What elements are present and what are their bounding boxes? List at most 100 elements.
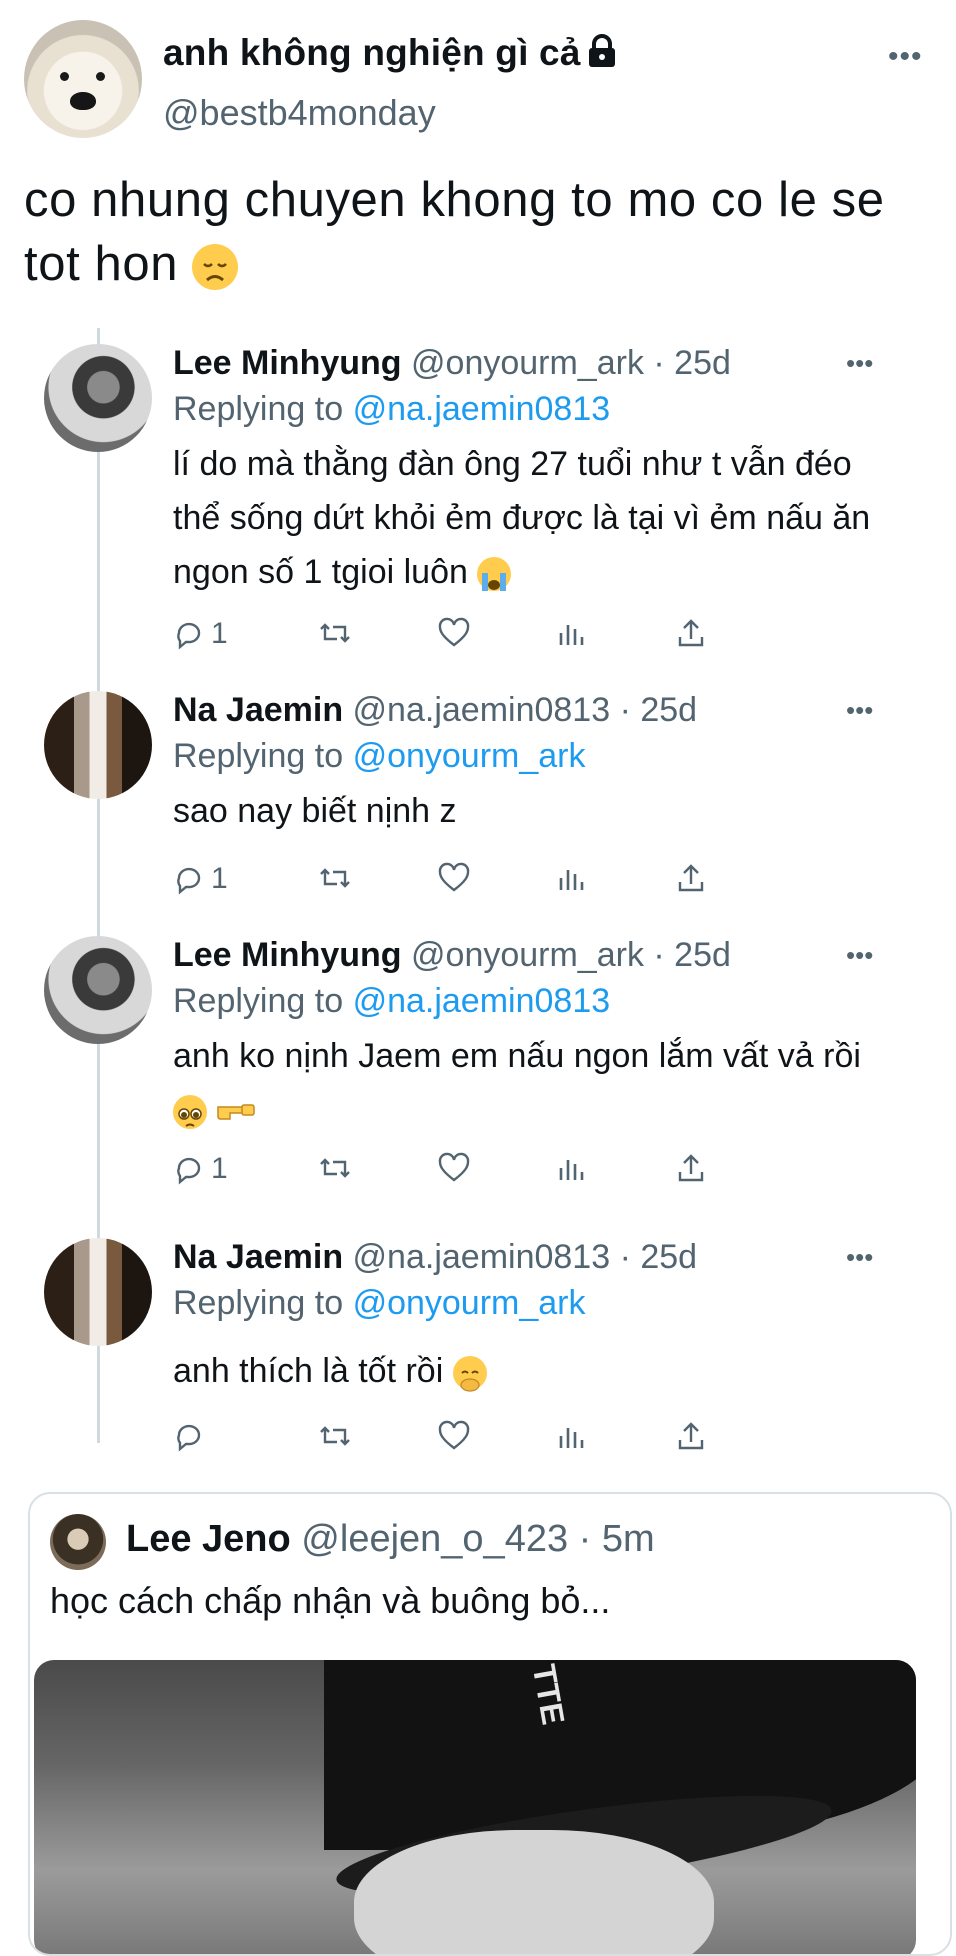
quote-author-name[interactable]: Lee Jeno xyxy=(126,1518,291,1560)
share-button[interactable] xyxy=(675,1420,707,1452)
mention-link[interactable]: @onyourm_ark xyxy=(353,737,586,775)
reply-button[interactable]: 1 xyxy=(173,862,228,896)
replying-to: Replying to @na.jaemin0813 xyxy=(173,390,610,429)
profile-avatar[interactable] xyxy=(24,20,142,138)
reply-header: Lee Minhyung @onyourm_ark · 25d xyxy=(173,936,731,975)
avatar[interactable] xyxy=(44,1238,152,1346)
share-icon xyxy=(675,862,707,894)
reply-author-meta[interactable]: @na.jaemin0813 · 25d xyxy=(353,691,698,729)
like-button[interactable] xyxy=(437,1152,471,1184)
avatar[interactable] xyxy=(44,936,152,1044)
more-options-button[interactable]: ••• xyxy=(846,940,873,971)
reply-author-name[interactable]: Lee Minhyung xyxy=(173,344,402,382)
share-icon xyxy=(675,1420,707,1452)
replying-to-label: Replying to xyxy=(173,737,344,775)
views-button[interactable] xyxy=(556,617,586,649)
action-bar xyxy=(173,1420,813,1460)
reply-text-content: sao nay biết nịnh z xyxy=(173,792,457,830)
replying-to: Replying to @onyourm_ark xyxy=(173,1284,586,1323)
reply-text: lí do mà thằng đàn ông 27 tuổi như t vẫn… xyxy=(173,437,873,599)
views-button[interactable] xyxy=(556,1420,586,1452)
reply-author-name[interactable]: Lee Minhyung xyxy=(173,936,402,974)
like-button[interactable] xyxy=(437,862,471,894)
hand-shape xyxy=(354,1830,714,1954)
share-button[interactable] xyxy=(675,862,707,894)
retweet-icon xyxy=(317,1152,353,1184)
retweet-button[interactable] xyxy=(317,1152,353,1184)
reply-author-meta[interactable]: @na.jaemin0813 · 25d xyxy=(353,1238,698,1276)
more-options-button[interactable]: ••• xyxy=(846,348,873,379)
reply-text-content: anh ko nịnh Jaem em nấu ngon lắm vất vả … xyxy=(173,1037,861,1075)
reply-button[interactable]: 1 xyxy=(173,617,228,651)
retweet-icon xyxy=(317,862,353,894)
reply-text: sao nay biết nịnh z xyxy=(173,784,873,838)
reply-icon xyxy=(173,863,205,895)
quote-author-meta[interactable]: @leejen_o_423 · 5m xyxy=(301,1518,654,1560)
mention-link[interactable]: @onyourm_ark xyxy=(353,1284,586,1322)
like-icon xyxy=(437,1152,471,1184)
reply-count: 1 xyxy=(211,1152,228,1185)
more-options-button[interactable]: ••• xyxy=(888,40,923,74)
retweet-button[interactable] xyxy=(317,617,353,649)
pleading-face-emoji xyxy=(173,1095,207,1130)
reply-header: Na Jaemin @na.jaemin0813 · 25d xyxy=(173,1238,697,1277)
replying-to: Replying to @na.jaemin0813 xyxy=(173,982,610,1021)
avatar[interactable] xyxy=(44,344,152,452)
views-icon xyxy=(556,1420,586,1452)
pointing-hand-emoji xyxy=(216,1085,256,1139)
replying-to: Replying to @onyourm_ark xyxy=(173,737,586,776)
reply-text-content: lí do mà thằng đàn ông 27 tuổi như t vẫn… xyxy=(173,445,871,591)
views-icon xyxy=(556,617,586,649)
retweet-button[interactable] xyxy=(317,1420,353,1452)
reply-count: 1 xyxy=(211,617,228,650)
mention-link[interactable]: @na.jaemin0813 xyxy=(353,982,611,1020)
reply-icon xyxy=(173,1420,205,1452)
reply-author-name[interactable]: Na Jaemin xyxy=(173,1238,343,1276)
reply-icon xyxy=(173,618,205,650)
more-options-button[interactable]: ••• xyxy=(846,695,873,726)
replying-to-label: Replying to xyxy=(173,390,344,428)
tweet-text-content: co nhung chuyen khong to mo co le se tot… xyxy=(24,173,885,291)
user-handle[interactable]: @bestb4monday xyxy=(163,92,436,134)
replying-to-label: Replying to xyxy=(173,982,344,1020)
disappointed-face-emoji xyxy=(192,244,239,291)
share-button[interactable] xyxy=(675,1152,707,1184)
reply-header: Na Jaemin @na.jaemin0813 · 25d xyxy=(173,691,697,730)
quote-tweet-card[interactable]: Lee Jeno @leejen_o_423 · 5m học cách chấ… xyxy=(28,1492,952,1956)
more-options-button[interactable]: ••• xyxy=(846,1242,873,1273)
avatar[interactable] xyxy=(50,1514,106,1570)
reply-button[interactable] xyxy=(173,1420,211,1452)
share-icon xyxy=(675,617,707,649)
views-icon xyxy=(556,1152,586,1184)
quote-header: Lee Jeno @leejen_o_423 · 5m xyxy=(126,1518,655,1561)
reply-author-name[interactable]: Na Jaemin xyxy=(173,691,343,729)
action-bar: 1 xyxy=(173,617,813,657)
share-button[interactable] xyxy=(675,617,707,649)
reply-text: anh ko nịnh Jaem em nấu ngon lắm vất vả … xyxy=(173,1029,873,1139)
mention-link[interactable]: @na.jaemin0813 xyxy=(353,390,611,428)
reply-icon xyxy=(173,1153,205,1185)
retweet-button[interactable] xyxy=(317,862,353,894)
display-name-text: anh không nghiện gì cả xyxy=(163,32,581,73)
action-bar: 1 xyxy=(173,862,813,902)
lock-icon xyxy=(587,34,617,77)
views-button[interactable] xyxy=(556,862,586,894)
display-name[interactable]: anh không nghiện gì cả xyxy=(163,32,617,77)
reply-header: Lee Minhyung @onyourm_ark · 25d xyxy=(173,344,731,383)
retweet-icon xyxy=(317,1420,353,1452)
reply-author-meta[interactable]: @onyourm_ark · 25d xyxy=(411,936,731,974)
avatar[interactable] xyxy=(44,691,152,799)
quote-media-image[interactable]: TTE xyxy=(34,1660,916,1954)
reply-text-content: anh thích là tốt rồi xyxy=(173,1352,444,1390)
reply-text: anh thích là tốt rồi xyxy=(173,1344,873,1398)
like-button[interactable] xyxy=(437,617,471,649)
views-button[interactable] xyxy=(556,1152,586,1184)
action-bar: 1 xyxy=(173,1152,813,1192)
like-icon xyxy=(437,617,471,649)
reply-author-meta[interactable]: @onyourm_ark · 25d xyxy=(411,344,731,382)
like-icon xyxy=(437,1420,471,1452)
reply-button[interactable]: 1 xyxy=(173,1152,228,1186)
like-button[interactable] xyxy=(437,1420,471,1452)
like-icon xyxy=(437,862,471,894)
quote-text: học cách chấp nhận và buông bỏ... xyxy=(50,1580,611,1621)
